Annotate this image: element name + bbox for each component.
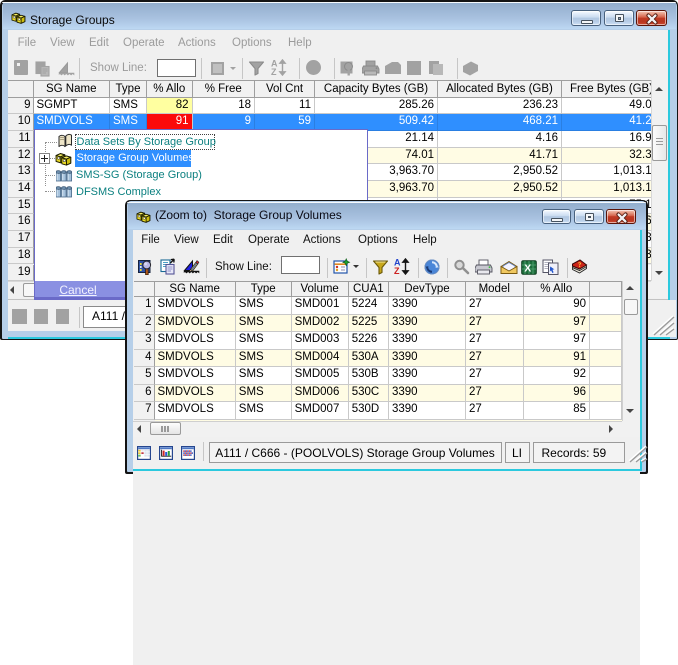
svg-text:Z: Z xyxy=(271,67,277,76)
svg-text:Z: Z xyxy=(394,266,400,275)
svg-text:X: X xyxy=(524,262,531,274)
